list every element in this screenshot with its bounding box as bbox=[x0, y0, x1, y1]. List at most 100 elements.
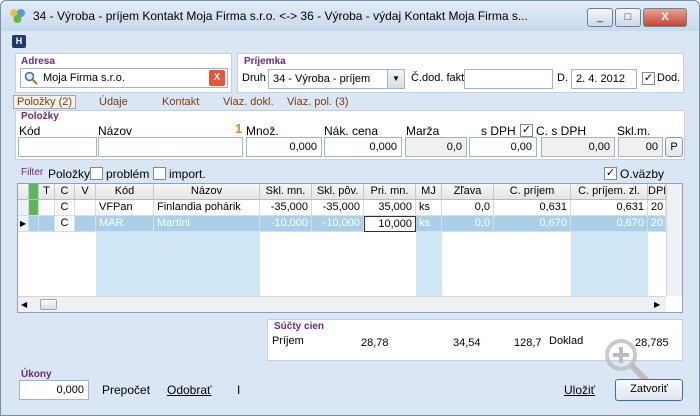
items-grid[interactable]: T C V Kód Názov Skl. mn. Skl. pôv. Pri. … bbox=[17, 183, 683, 313]
vertical-scrollbar[interactable] bbox=[666, 184, 682, 296]
tab-udaje[interactable]: Údaje bbox=[99, 96, 128, 108]
horizontal-scrollbar[interactable]: ◀ ▶ bbox=[18, 296, 666, 312]
table-cell[interactable]: 0,0 bbox=[442, 216, 494, 232]
prijem-label: Príjem bbox=[272, 335, 304, 347]
nazov-input[interactable] bbox=[98, 137, 243, 157]
table-cell[interactable]: Finlandia pohárik bbox=[154, 200, 260, 216]
table-cell[interactable]: 0,670 bbox=[571, 216, 648, 232]
grid-header-nazov[interactable]: Názov bbox=[154, 184, 260, 200]
table-cell[interactable]: C bbox=[55, 216, 75, 232]
grid-header-c-prijem-zl[interactable]: C. príjem. zl. bbox=[571, 184, 648, 200]
pri-mn-edit-input[interactable]: 10,000 bbox=[364, 216, 416, 232]
csdph-label: C. s DPH bbox=[536, 124, 587, 138]
csdph-input[interactable]: 0,00 bbox=[541, 137, 615, 157]
table-cell[interactable] bbox=[75, 216, 96, 232]
table-cell[interactable]: 20 bbox=[648, 200, 666, 216]
grid-header-zlava[interactable]: Zľava bbox=[442, 184, 494, 200]
grid-header-c-prijem[interactable]: C. príjem bbox=[494, 184, 571, 200]
polozky-section-label: Položky bbox=[21, 111, 59, 122]
table-cell[interactable]: 0,631 bbox=[494, 200, 571, 216]
problem-label: problém bbox=[106, 167, 150, 181]
kod-label: Kód bbox=[19, 124, 41, 138]
import-label: import. bbox=[169, 167, 206, 181]
table-cell[interactable] bbox=[39, 216, 55, 232]
marza-label: Marža bbox=[406, 124, 440, 138]
prijemka-section-label: Príjemka bbox=[244, 56, 286, 67]
clear-adresa-button[interactable]: X bbox=[209, 70, 225, 86]
minimize-button[interactable]: _ bbox=[587, 8, 613, 27]
table-cell[interactable]: ks bbox=[416, 216, 442, 232]
table-cell[interactable] bbox=[75, 200, 96, 216]
grid-header-skl-pov[interactable]: Skl. pôv. bbox=[312, 184, 364, 200]
sdph-input[interactable]: 0,00 bbox=[469, 137, 537, 157]
table-cell[interactable]: Martini bbox=[154, 216, 260, 232]
scroll-thumb[interactable] bbox=[40, 299, 57, 310]
table-cell[interactable]: 0,631 bbox=[571, 200, 648, 216]
grid-header-dph[interactable]: DPH bbox=[648, 184, 666, 200]
grid-header-t[interactable]: T bbox=[39, 184, 55, 200]
maximize-button[interactable]: □ bbox=[615, 8, 641, 27]
table-cell[interactable] bbox=[39, 200, 55, 216]
problem-checkbox[interactable] bbox=[90, 167, 103, 180]
table-cell[interactable]: -10,000 bbox=[260, 216, 312, 232]
dod-checkbox[interactable]: ✓ bbox=[642, 72, 655, 85]
search-icon[interactable] bbox=[24, 71, 38, 85]
prepocet-link[interactable]: Prepočet bbox=[102, 383, 150, 397]
title-bar[interactable]: 34 - Výroba - príjem Kontakt Moja Firma … bbox=[1, 1, 699, 31]
grid-corner bbox=[18, 184, 29, 200]
empty-rows-area bbox=[96, 232, 260, 296]
ovazby-checkbox[interactable]: ✓ bbox=[604, 167, 617, 180]
marza-input[interactable]: 0,0 bbox=[405, 137, 467, 157]
nak-cena-label: Nák. cena bbox=[324, 124, 379, 138]
druh-select[interactable]: 34 - Výroba - príjem bbox=[268, 69, 405, 89]
tab-polozky[interactable]: Položky (2) bbox=[13, 95, 77, 109]
row-selected-arrow-icon[interactable]: ▶ bbox=[18, 216, 29, 232]
adresa-field[interactable]: Moja Firma s.r.o. bbox=[20, 68, 228, 88]
filter-label: Filter bbox=[21, 167, 44, 178]
table-cell[interactable]: ks bbox=[416, 200, 442, 216]
close-button[interactable]: X bbox=[643, 8, 687, 27]
grid-header-kod[interactable]: Kód bbox=[96, 184, 154, 200]
save-button[interactable]: Uložiť bbox=[564, 383, 595, 397]
grid-header-mj[interactable]: MJ bbox=[416, 184, 442, 200]
row-indicator[interactable] bbox=[18, 200, 29, 216]
table-cell[interactable]: 20 bbox=[648, 216, 666, 232]
table-cell[interactable]: 0,670 bbox=[494, 216, 571, 232]
p-button[interactable]: P bbox=[665, 137, 683, 157]
table-cell[interactable]: MAR bbox=[96, 216, 154, 232]
kod-input[interactable] bbox=[18, 137, 97, 157]
table-cell[interactable]: -10,000 bbox=[312, 216, 364, 232]
scroll-left-icon[interactable]: ◀ bbox=[21, 300, 27, 309]
table-cell[interactable]: -35,000 bbox=[312, 200, 364, 216]
sklm-input[interactable]: 00 bbox=[618, 137, 663, 157]
mnoz-input[interactable]: 0,000 bbox=[246, 137, 322, 157]
table-cell[interactable]: 35,000 bbox=[364, 200, 416, 216]
druh-value: 34 - Výroba - príjem bbox=[273, 73, 371, 85]
table-cell[interactable]: C bbox=[55, 200, 75, 216]
table-cell[interactable]: VFPan bbox=[96, 200, 154, 216]
empty-rows-area bbox=[571, 232, 648, 296]
date-input[interactable]: 2. 4. 2012 bbox=[571, 69, 637, 89]
scroll-right-icon[interactable]: ▶ bbox=[654, 300, 660, 309]
grid-header-pri-mn[interactable]: Pri. mn. bbox=[364, 184, 416, 200]
tab-viaz-pol[interactable]: Viaz. pol. (3) bbox=[287, 96, 349, 108]
tab-viaz-dokl[interactable]: Viaz. dokl. bbox=[223, 96, 274, 108]
cdod-input[interactable] bbox=[464, 69, 553, 89]
close-window-button[interactable]: Zatvoriť bbox=[615, 379, 683, 401]
h-button[interactable]: H bbox=[12, 35, 26, 48]
grid-header-v[interactable]: V bbox=[75, 184, 96, 200]
table-cell[interactable]: 0,0 bbox=[442, 200, 494, 216]
import-checkbox[interactable] bbox=[153, 167, 166, 180]
grid-header-skl-mn[interactable]: Skl. mn. bbox=[260, 184, 312, 200]
row-status bbox=[29, 200, 39, 216]
chevron-down-icon[interactable]: ▼ bbox=[387, 70, 404, 88]
sum-value-2: 34,54 bbox=[453, 337, 481, 349]
zoom-icon[interactable] bbox=[603, 337, 651, 385]
nak-cena-input[interactable]: 0,000 bbox=[324, 137, 402, 157]
tab-kontakt[interactable]: Kontakt bbox=[162, 96, 199, 108]
table-cell[interactable]: -35,000 bbox=[260, 200, 312, 216]
grid-header-c[interactable]: C bbox=[55, 184, 75, 200]
csdph-checkbox[interactable]: ✓ bbox=[520, 124, 533, 137]
odobrat-link[interactable]: Odobrať bbox=[167, 383, 212, 397]
ukony-input[interactable]: 0,000 bbox=[19, 380, 89, 400]
